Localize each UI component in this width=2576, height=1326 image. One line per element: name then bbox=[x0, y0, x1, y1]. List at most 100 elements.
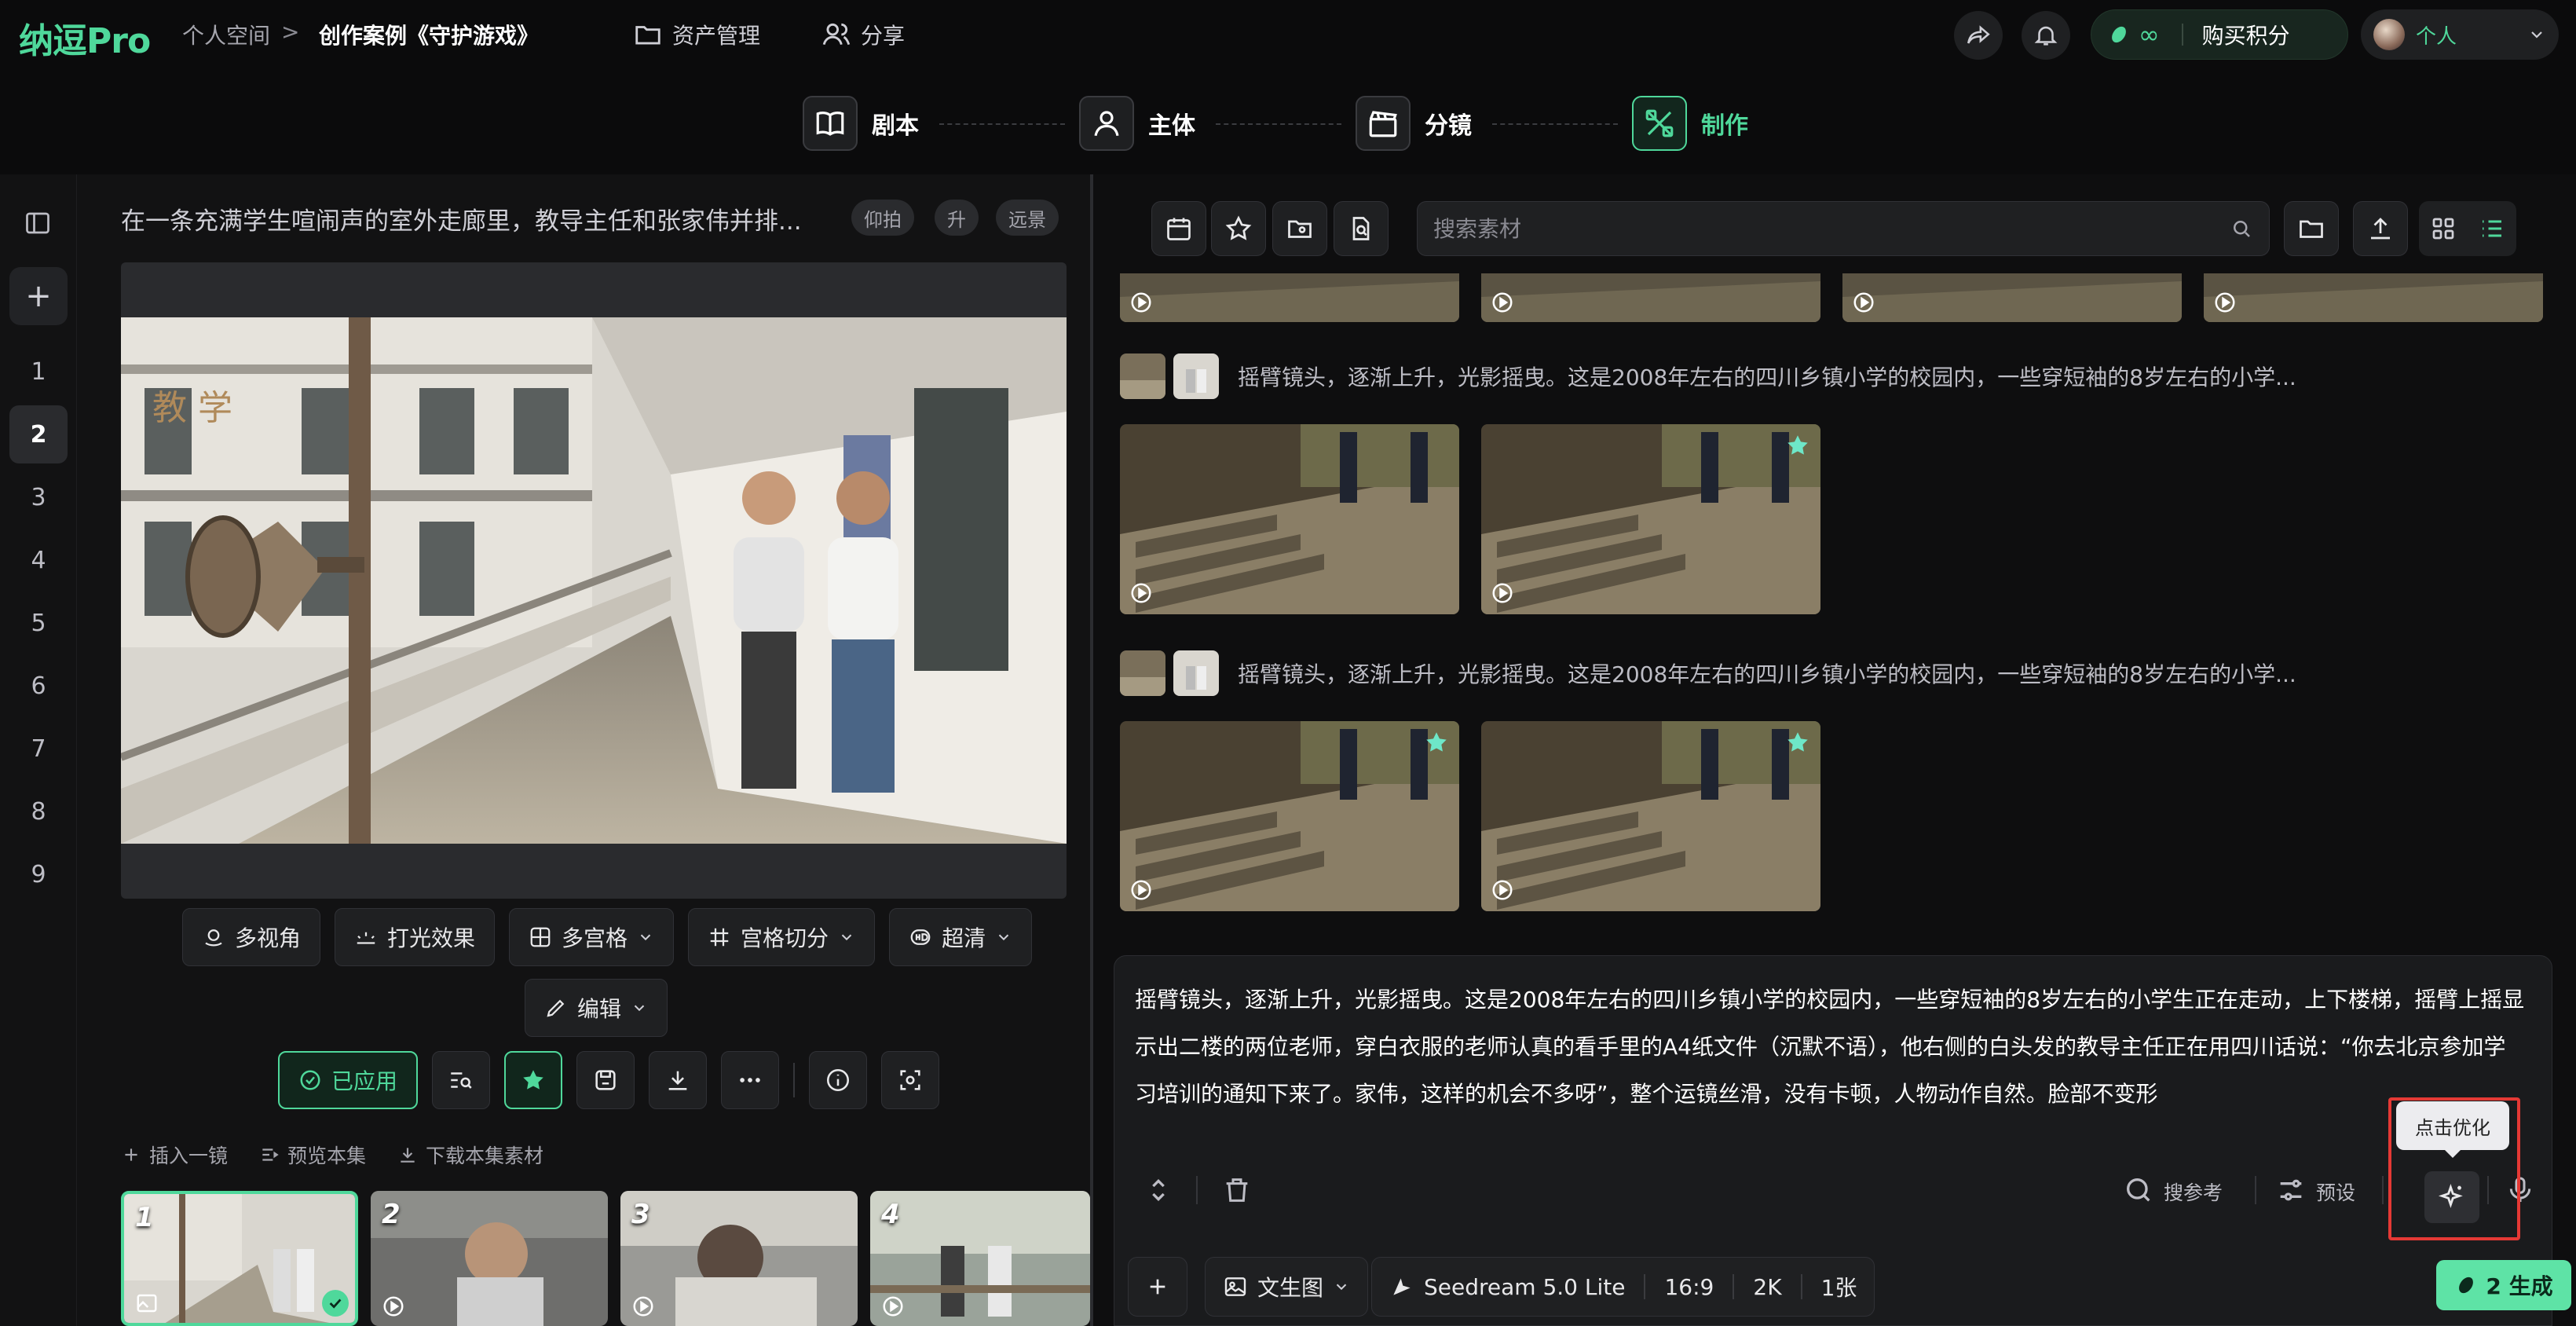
tag-rise: 升 bbox=[935, 200, 979, 236]
play-icon bbox=[2215, 292, 2235, 313]
preset-button[interactable]: 预设 bbox=[2316, 1178, 2355, 1206]
scene-item-4[interactable]: 4 bbox=[9, 531, 68, 589]
favorited-star-icon[interactable] bbox=[1784, 729, 1811, 756]
optimize-prompt-button[interactable] bbox=[2424, 1171, 2479, 1223]
open-folder-button[interactable] bbox=[2284, 201, 2339, 256]
calendar-filter-button[interactable] bbox=[1151, 201, 1206, 256]
applied-button[interactable]: 已应用 bbox=[278, 1051, 419, 1109]
main-preview-image[interactable]: 教 学 bbox=[121, 317, 1067, 844]
shot-prompt-title[interactable]: 在一条充满学生喧闹声的室外走廊里，教导主任和张家伟并排... bbox=[121, 201, 820, 236]
generation-group-header[interactable]: 摇臂镜头，逐渐上升，光影摇曳。这是2008年左右的四川乡镇小学的校园内，一些穿短… bbox=[1120, 353, 2479, 399]
trash-icon[interactable] bbox=[1221, 1174, 1253, 1206]
download-icon bbox=[401, 1148, 415, 1163]
favorite-button[interactable] bbox=[504, 1051, 563, 1109]
inspect-button[interactable] bbox=[432, 1051, 491, 1109]
step-subject[interactable]: 主体 bbox=[1079, 96, 1195, 151]
play-icon bbox=[1492, 292, 1513, 313]
generated-video[interactable] bbox=[1120, 424, 1459, 614]
list-view-icon[interactable] bbox=[2478, 214, 2506, 243]
step-storyboard[interactable]: 分镜 bbox=[1356, 96, 1472, 151]
image-count: 1张 bbox=[1820, 1275, 1857, 1301]
sliders-icon[interactable] bbox=[2275, 1174, 2307, 1206]
sparkle-icon bbox=[2438, 1183, 2463, 1208]
focus-button[interactable] bbox=[881, 1051, 940, 1109]
image-actions-row: 已应用 bbox=[278, 1051, 940, 1109]
play-icon bbox=[1492, 880, 1513, 900]
app-logo[interactable]: 纳逗Pro bbox=[19, 13, 151, 63]
asset-image[interactable] bbox=[1842, 273, 2182, 322]
credits-value: ∞ bbox=[2139, 20, 2160, 49]
upscale-dropdown[interactable]: 超清 bbox=[889, 908, 1033, 966]
upload-button[interactable] bbox=[2353, 201, 2408, 256]
asset-image[interactable] bbox=[1120, 273, 1459, 322]
multi-grid-dropdown[interactable]: 多宫格 bbox=[509, 908, 675, 966]
grid-view-icon[interactable] bbox=[2429, 214, 2457, 243]
mode-dropdown[interactable]: 文生图 bbox=[1205, 1257, 1369, 1317]
generation-group-header[interactable]: 摇臂镜头，逐渐上升，光影摇曳。这是2008年左右的四川乡镇小学的校园内，一些穿短… bbox=[1120, 650, 2479, 696]
grid-icon bbox=[530, 927, 551, 947]
shot-thumbnail-3[interactable]: 3 bbox=[620, 1191, 858, 1326]
scene-item-5[interactable]: 5 bbox=[9, 594, 68, 652]
search-reference-button[interactable]: 搜参考 bbox=[2164, 1178, 2223, 1206]
subject-filter-button[interactable] bbox=[1272, 201, 1327, 256]
favorites-filter-button[interactable] bbox=[1211, 201, 1266, 256]
user-menu[interactable]: 个人 bbox=[2361, 9, 2559, 60]
notification-button[interactable] bbox=[2022, 11, 2070, 60]
sidebar-toggle-icon[interactable] bbox=[24, 209, 52, 237]
more-button[interactable] bbox=[721, 1051, 780, 1109]
bean-icon bbox=[2112, 26, 2126, 43]
lighting-effect-button[interactable]: 打光效果 bbox=[335, 908, 496, 966]
shot-thumbnail-2[interactable]: 2 bbox=[371, 1191, 608, 1326]
multiview-button[interactable]: 多视角 bbox=[182, 908, 321, 966]
folder-person-icon bbox=[1288, 220, 1312, 238]
image-type-icon bbox=[137, 1294, 157, 1313]
buy-credits-link[interactable]: 购买积分 bbox=[2202, 19, 2290, 50]
grid-split-dropdown[interactable]: 宫格切分 bbox=[688, 908, 876, 966]
insert-shot-link[interactable]: 插入一镜 bbox=[121, 1141, 228, 1169]
scene-item-8[interactable]: 8 bbox=[9, 782, 68, 841]
credits-pill[interactable]: ∞ 购买积分 bbox=[2091, 9, 2348, 60]
step-script[interactable]: 剧本 bbox=[803, 96, 919, 151]
share-button[interactable]: 分享 bbox=[821, 16, 905, 53]
info-button[interactable] bbox=[809, 1051, 868, 1109]
asset-image[interactable] bbox=[2204, 273, 2543, 322]
scene-item-1[interactable]: 1 bbox=[9, 342, 68, 401]
scene-item-6[interactable]: 6 bbox=[9, 657, 68, 715]
download-episode-link[interactable]: 下载本集素材 bbox=[397, 1141, 543, 1169]
hash-icon bbox=[710, 928, 729, 947]
scene-item-7[interactable]: 7 bbox=[9, 720, 68, 778]
scene-item-2[interactable]: 2 bbox=[9, 405, 68, 463]
shot-thumbnail-1[interactable]: 1 bbox=[121, 1191, 358, 1326]
calendar-icon bbox=[1167, 218, 1191, 240]
expand-icon[interactable] bbox=[1143, 1174, 1174, 1206]
search-icon[interactable] bbox=[2230, 217, 2253, 240]
step-production[interactable]: 制作 bbox=[1632, 96, 1748, 151]
generated-video[interactable] bbox=[1481, 424, 1820, 614]
book-icon bbox=[816, 112, 844, 136]
assets-button[interactable]: 资产管理 bbox=[633, 16, 760, 53]
asset-search-input[interactable] bbox=[1433, 215, 2230, 242]
share-export-button[interactable] bbox=[1954, 11, 2003, 60]
shot-thumbnail-4[interactable]: 4 bbox=[870, 1191, 1090, 1326]
scene-item-9[interactable]: 9 bbox=[9, 845, 68, 903]
favorited-star-icon[interactable] bbox=[1423, 729, 1450, 756]
asset-image[interactable] bbox=[1481, 273, 1820, 322]
play-icon bbox=[1131, 880, 1151, 900]
image-icon bbox=[1224, 1277, 1246, 1296]
search-reference-icon[interactable] bbox=[2123, 1174, 2154, 1206]
prompt-textarea[interactable]: 摇臂镜头，逐渐上升，光影摇曳。这是2008年左右的四川乡镇小学的校园内，一些穿短… bbox=[1135, 976, 2525, 1118]
breadcrumb-root[interactable]: 个人空间 bbox=[182, 19, 270, 50]
add-scene-button[interactable]: + bbox=[9, 267, 68, 325]
save-to-assets-button[interactable] bbox=[576, 1051, 635, 1109]
download-button[interactable] bbox=[649, 1051, 708, 1109]
favorited-star-icon[interactable] bbox=[1784, 432, 1811, 459]
generated-video[interactable] bbox=[1481, 721, 1820, 911]
scene-item-3[interactable]: 3 bbox=[9, 468, 68, 526]
generated-video[interactable] bbox=[1120, 721, 1459, 911]
search-file-button[interactable] bbox=[1334, 201, 1389, 256]
add-attachment-button[interactable] bbox=[1128, 1257, 1187, 1317]
model-settings-pill[interactable]: Seedream 5.0 Lite 16:9 2K 1张 bbox=[1371, 1257, 1875, 1317]
preview-episode-link[interactable]: 预览本集 bbox=[259, 1141, 366, 1169]
edit-dropdown[interactable]: 编辑 bbox=[525, 979, 668, 1037]
generate-button[interactable]: 2 生成 bbox=[2436, 1260, 2571, 1310]
